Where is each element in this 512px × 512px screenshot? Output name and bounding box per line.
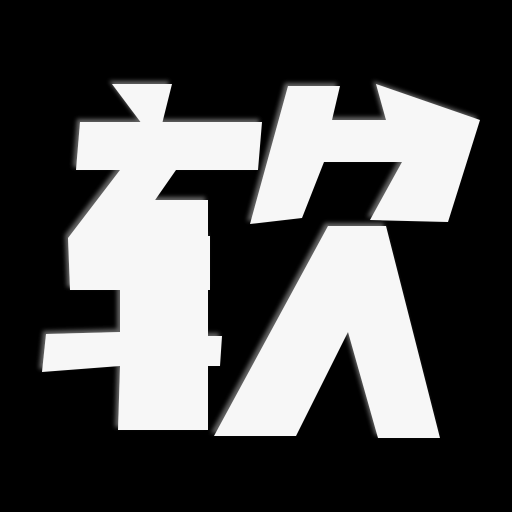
ruan-character-glyph bbox=[42, 84, 480, 438]
glyph-stroke bbox=[250, 84, 480, 224]
glyph-stroke bbox=[214, 226, 440, 438]
glyph-stroke bbox=[42, 200, 222, 430]
app-icon: 软 bbox=[0, 0, 512, 512]
glyph-stroke bbox=[112, 84, 172, 124]
glyph-stroke bbox=[76, 122, 262, 170]
